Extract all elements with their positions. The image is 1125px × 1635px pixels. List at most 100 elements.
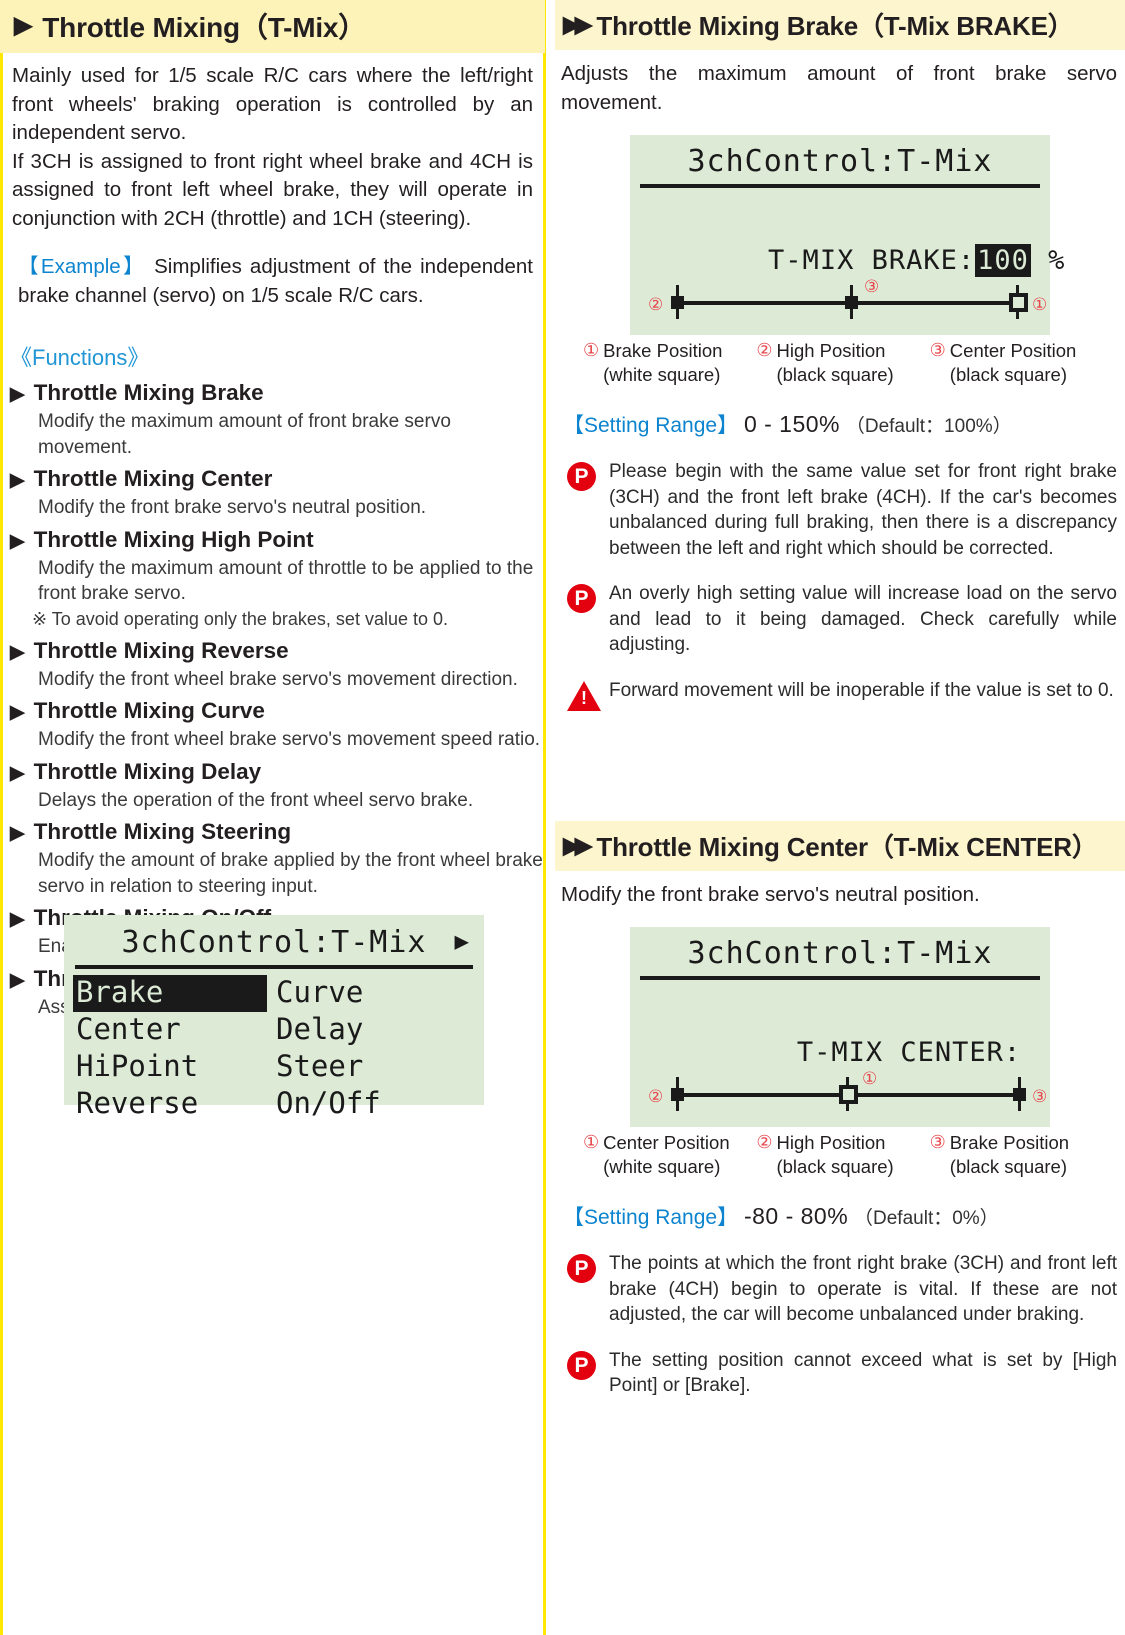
example-block: 【Example】 Simplifies adjustment of the i… — [18, 253, 533, 310]
legend-item: ③ Center Position (black square) — [930, 339, 1103, 387]
lcd-param-value[interactable]: 100 — [975, 244, 1031, 277]
lcd-menu-item-brake[interactable]: Brake — [73, 975, 267, 1012]
double-triangle-icon: ▶▶ — [563, 11, 592, 37]
notice-point: P The points at which the front right br… — [567, 1251, 1117, 1328]
function-name: Throttle Mixing Reverse — [33, 637, 289, 663]
legend-item: ② High Position (black square) — [756, 1131, 929, 1179]
legend-name: High Position — [776, 340, 886, 361]
lcd-menu-item-reverse[interactable]: Reverse — [73, 1086, 273, 1123]
legend-name: Brake Position — [949, 1132, 1070, 1153]
marker-number-2: ② — [648, 295, 664, 315]
lcd-brake-screen: 3chControl:T-Mix T-MIX BRAKE:100 % ② ③ ① — [630, 135, 1064, 335]
next-page-arrow-icon[interactable]: ▶ — [455, 927, 469, 955]
lcd-menu-screen: 3chControl:T-Mix ▶ Brake Curve Center De… — [64, 915, 484, 1120]
center-intro-text: Modify the front brake servo's neutral p… — [561, 882, 980, 906]
legend-number: ② — [756, 340, 773, 361]
function-description: Modify the front wheel brake servo's mov… — [38, 668, 518, 690]
function-item: ▶ Throttle Mixing Brake Modify the maxim… — [10, 378, 545, 460]
section-header-tmix-brake: ▶▶ Throttle Mixing Brake（T-Mix BRAKE） — [555, 0, 1125, 50]
left-column: ▶ Throttle Mixing（T-Mix） Mainly used for… — [0, 0, 545, 1120]
lcd-title-underline — [640, 976, 1040, 980]
triangle-icon: ▶ — [10, 641, 25, 663]
notice-warning: Forward movement will be inoperable if t… — [567, 678, 1117, 711]
example-label: 【Example】 — [18, 255, 146, 278]
function-name-row: ▶ Throttle Mixing Curve — [10, 696, 545, 726]
marker-number-2: ② — [648, 1087, 664, 1107]
intro-paragraph-1: Mainly used for 1/5 scale R/C cars where… — [12, 64, 533, 144]
notice-point: P The setting position cannot exceed wha… — [567, 1348, 1117, 1399]
legend-name: Center Position — [603, 1132, 730, 1153]
section-header-throttle-mixing: ▶ Throttle Mixing（T-Mix） — [0, 0, 545, 53]
lcd-menu-item-hipoint[interactable]: HiPoint — [73, 1049, 273, 1086]
icon-slot: P — [567, 1348, 609, 1399]
function-item: ▶ Throttle Mixing Reverse Modify the fro… — [10, 636, 545, 693]
triangle-icon: ▶ — [10, 530, 25, 552]
icon-slot: P — [567, 459, 609, 561]
notice-text: Please begin with the same value set for… — [609, 461, 1117, 559]
function-description: Modify the front wheel brake servo's mov… — [38, 729, 541, 750]
intro-text-block: Mainly used for 1/5 scale R/C cars where… — [12, 62, 533, 233]
marker-number-3: ③ — [1032, 1087, 1048, 1107]
setting-range-label: 【Setting Range】 — [563, 414, 739, 437]
center-position-slider: ② ① ③ — [630, 1069, 1050, 1111]
lcd-param-label: T-MIX CENTER: — [796, 1037, 1022, 1068]
legend-text: Brake Position (black square) — [950, 1131, 1069, 1179]
function-name-row: ▶ Throttle Mixing Reverse — [10, 636, 545, 666]
legend-sub: (white square) — [603, 364, 721, 385]
point-icon: P — [567, 1350, 596, 1380]
legend-number: ① — [583, 1132, 600, 1153]
notice-point: P Please begin with the same value set f… — [567, 459, 1117, 561]
lcd-title-underline — [75, 965, 473, 969]
triangle-icon: ▶ — [10, 823, 25, 844]
lcd-menu-item-center[interactable]: Center — [73, 1012, 273, 1049]
brake-position-slider: ② ③ ① — [630, 277, 1050, 319]
legend-item: ① Center Position (white square) — [583, 1131, 756, 1179]
notice-text: The setting position cannot exceed what … — [609, 1349, 1117, 1397]
lcd-title: 3chControl:T-Mix — [687, 936, 993, 971]
triangle-icon: ▶ — [10, 384, 25, 405]
function-name-row: ▶ Throttle Mixing Brake — [10, 378, 545, 408]
triangle-icon: ▶ — [14, 12, 33, 39]
lcd-menu-item-curve[interactable]: Curve — [273, 975, 473, 1012]
function-item: ▶ Throttle Mixing Center Modify the fron… — [10, 464, 545, 521]
center-slider-legend: ① Center Position (white square) ② High … — [583, 1131, 1103, 1179]
lcd-title-underline — [640, 184, 1040, 188]
lcd-param-label: T-MIX BRAKE: — [768, 245, 976, 276]
triangle-icon: ▶ — [10, 909, 25, 930]
lcd-menu-grid: Brake Curve Center Delay HiPoint Steer R… — [73, 975, 483, 1123]
lcd-menu-item-steer[interactable]: Steer — [273, 1049, 473, 1086]
lcd-param-unit: % — [1048, 245, 1066, 276]
icon-slot: P — [567, 581, 609, 658]
triangle-icon: ▶ — [10, 762, 25, 784]
lcd-menu-item-onoff[interactable]: On/Off — [273, 1086, 473, 1123]
setting-range-label: 【Setting Range】 — [563, 1206, 739, 1229]
legend-name: High Position — [776, 1132, 886, 1153]
warning-icon — [567, 680, 601, 711]
legend-number: ② — [756, 1132, 773, 1153]
setting-range-default: （Default：100%） — [845, 416, 1012, 437]
legend-name: Brake Position — [603, 340, 723, 361]
function-description: Delays the operation of the front wheel … — [38, 789, 474, 811]
function-item: ▶ Throttle Mixing Delay Delays the opera… — [10, 757, 545, 814]
section-title: Throttle Mixing（T-Mix） — [42, 12, 367, 43]
function-description: Modify the maximum amount of throttle to… — [38, 557, 534, 605]
legend-number: ③ — [929, 1132, 946, 1153]
legend-sub: (black square) — [949, 1156, 1068, 1177]
legend-text: Center Position (black square) — [950, 339, 1076, 387]
legend-text: High Position (black square) — [776, 339, 893, 387]
point-icon: P — [567, 462, 596, 491]
setting-range-value: 0 - 150% — [743, 411, 841, 437]
lcd-menu-item-delay[interactable]: Delay — [273, 1012, 473, 1049]
setting-range-default: （Default：0%） — [854, 1208, 999, 1229]
icon-slot: P — [567, 1251, 609, 1328]
legend-number: ① — [583, 340, 600, 361]
section-header-tmix-center: ▶▶ Throttle Mixing Center（T-Mix CENTER） — [555, 820, 1125, 871]
lcd-center-screen: 3chControl:T-Mix T-MIX CENTER: ② ① ③ — [630, 927, 1050, 1127]
function-name: Throttle Mixing Curve — [33, 698, 265, 723]
function-name: Throttle Mixing Brake — [33, 380, 264, 405]
manual-page: ▶ Throttle Mixing（T-Mix） Mainly used for… — [0, 0, 1125, 1635]
legend-sub: (white square) — [603, 1156, 721, 1177]
legend-item: ② High Position (black square) — [756, 339, 929, 387]
function-name: Throttle Mixing Center — [33, 466, 273, 491]
double-triangle-icon: ▶▶ — [563, 831, 592, 858]
